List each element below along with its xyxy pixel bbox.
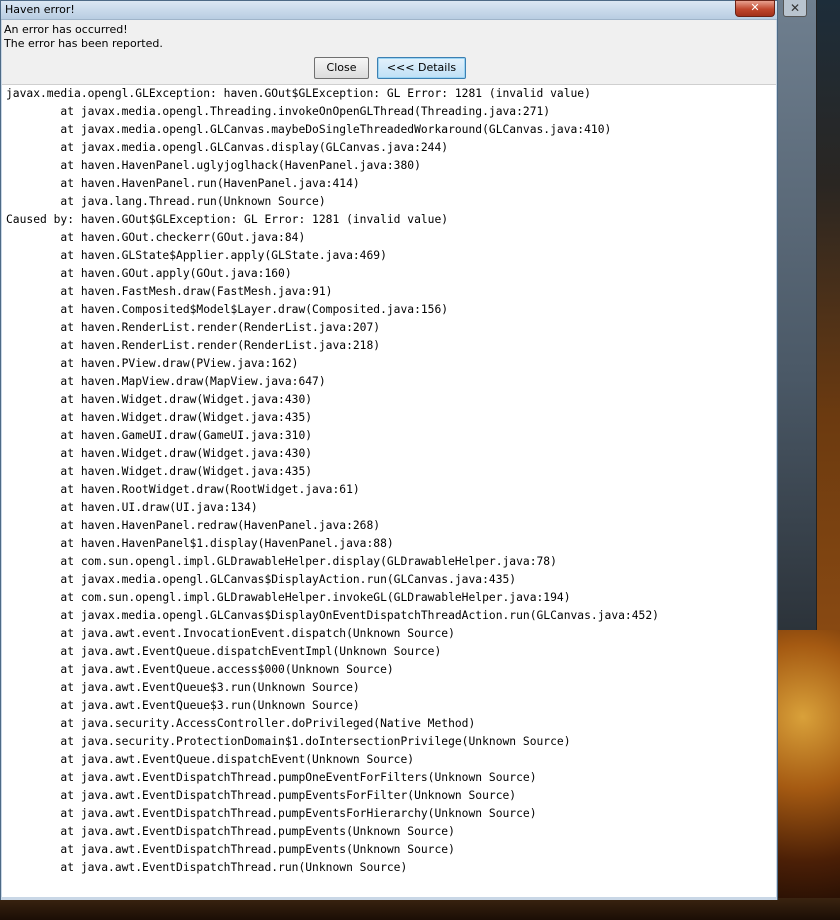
stack-trace-line: at java.security.ProtectionDomain$1.doIn…: [6, 735, 571, 748]
stack-trace-line: at haven.Widget.draw(Widget.java:430): [6, 447, 313, 460]
stack-trace-line: at haven.RenderList.render(RenderList.ja…: [6, 339, 381, 352]
stack-trace-line: at com.sun.opengl.impl.GLDrawableHelper.…: [6, 591, 571, 604]
stack-trace-line: at haven.MapView.draw(MapView.java:647): [6, 375, 326, 388]
stack-trace-line: at haven.Composited$Model$Layer.draw(Com…: [6, 303, 449, 316]
stack-trace-line: at haven.FastMesh.draw(FastMesh.java:91): [6, 285, 333, 298]
error-message: An error has occurred!: [4, 23, 128, 36]
error-reported-message: The error has been reported.: [4, 37, 163, 50]
dialog-title: Haven error!: [5, 3, 75, 16]
stack-trace-line: javax.media.opengl.GLException: haven.GO…: [6, 87, 591, 100]
error-dialog: Haven error! ✕ An error has occurred! Th…: [0, 0, 778, 900]
stack-trace-line: at java.awt.EventDispatchThread.pumpOneE…: [6, 771, 537, 784]
dialog-bottom-edge: [1, 897, 777, 900]
stack-trace-line: at com.sun.opengl.impl.GLDrawableHelper.…: [6, 555, 557, 568]
stack-trace-line: at javax.media.opengl.Threading.invokeOn…: [6, 105, 551, 118]
background-window-frame: [777, 0, 817, 630]
stack-trace-line: at haven.HavenPanel.redraw(HavenPanel.ja…: [6, 519, 381, 532]
stack-trace-text-area[interactable]: javax.media.opengl.GLException: haven.GO…: [2, 85, 776, 897]
stack-trace-line: at haven.RenderList.render(RenderList.ja…: [6, 321, 381, 334]
stack-trace-line: at java.awt.EventQueue.access$000(Unknow…: [6, 663, 394, 676]
stack-trace-line: at haven.HavenPanel.run(HavenPanel.java:…: [6, 177, 360, 190]
message-panel: An error has occurred! The error has bee…: [2, 20, 776, 85]
stack-trace-line: at haven.UI.draw(UI.java:134): [6, 501, 258, 514]
stack-trace-line: at javax.media.opengl.GLCanvas.maybeDoSi…: [6, 123, 612, 136]
stack-trace-line: at haven.GOut.checkerr(GOut.java:84): [6, 231, 306, 244]
stack-trace-line: at java.lang.Thread.run(Unknown Source): [6, 195, 326, 208]
stack-trace-line: at java.awt.event.InvocationEvent.dispat…: [6, 627, 455, 640]
stack-trace-line: at haven.PView.draw(PView.java:162): [6, 357, 299, 370]
stack-trace-line: Caused by: haven.GOut$GLException: GL Er…: [6, 213, 449, 226]
background-game-art-bottom: [0, 898, 840, 920]
stack-trace-line: at javax.media.opengl.GLCanvas$DisplayAc…: [6, 573, 517, 586]
stack-trace-line: at java.awt.EventQueue.dispatchEvent(Unk…: [6, 753, 415, 766]
stack-trace-line: at java.awt.EventDispatchThread.pumpEven…: [6, 807, 537, 820]
stack-trace-line: at java.security.AccessController.doPriv…: [6, 717, 476, 730]
stack-trace-line: at haven.HavenPanel.uglyjoglhack(HavenPa…: [6, 159, 421, 172]
stack-trace-line: at haven.GameUI.draw(GameUI.java:310): [6, 429, 313, 442]
stack-trace-line: at javax.media.opengl.GLCanvas$DisplayOn…: [6, 609, 659, 622]
stack-trace-line: at haven.GOut.apply(GOut.java:160): [6, 267, 292, 280]
dialog-titlebar[interactable]: Haven error! ✕: [1, 0, 777, 20]
stack-trace-line: at haven.GLState$Applier.apply(GLState.j…: [6, 249, 387, 262]
details-toggle-button[interactable]: <<< Details: [377, 57, 466, 79]
stack-trace-line: at java.awt.EventDispatchThread.pumpEven…: [6, 825, 455, 838]
dialog-close-icon[interactable]: ✕: [735, 0, 775, 17]
stack-trace-line: at java.awt.EventDispatchThread.pumpEven…: [6, 789, 517, 802]
background-window-close-icon[interactable]: ✕: [783, 0, 807, 17]
stack-trace-line: at haven.Widget.draw(Widget.java:435): [6, 465, 313, 478]
stack-trace-line: at java.awt.EventDispatchThread.pumpEven…: [6, 843, 455, 856]
close-button[interactable]: Close: [314, 57, 369, 79]
stack-trace-line: at javax.media.opengl.GLCanvas.display(G…: [6, 141, 449, 154]
stack-trace-line: at haven.Widget.draw(Widget.java:430): [6, 393, 313, 406]
stack-trace-line: at java.awt.EventQueue$3.run(Unknown Sou…: [6, 699, 360, 712]
stack-trace-line: at haven.HavenPanel$1.display(HavenPanel…: [6, 537, 394, 550]
background-game-art: [778, 630, 840, 920]
stack-trace-line: at haven.Widget.draw(Widget.java:435): [6, 411, 313, 424]
stack-trace-line: at java.awt.EventQueue$3.run(Unknown Sou…: [6, 681, 360, 694]
stack-trace-line: at haven.RootWidget.draw(RootWidget.java…: [6, 483, 360, 496]
stack-trace-line: at java.awt.EventDispatchThread.run(Unkn…: [6, 861, 408, 874]
stack-trace-line: at java.awt.EventQueue.dispatchEventImpl…: [6, 645, 442, 658]
